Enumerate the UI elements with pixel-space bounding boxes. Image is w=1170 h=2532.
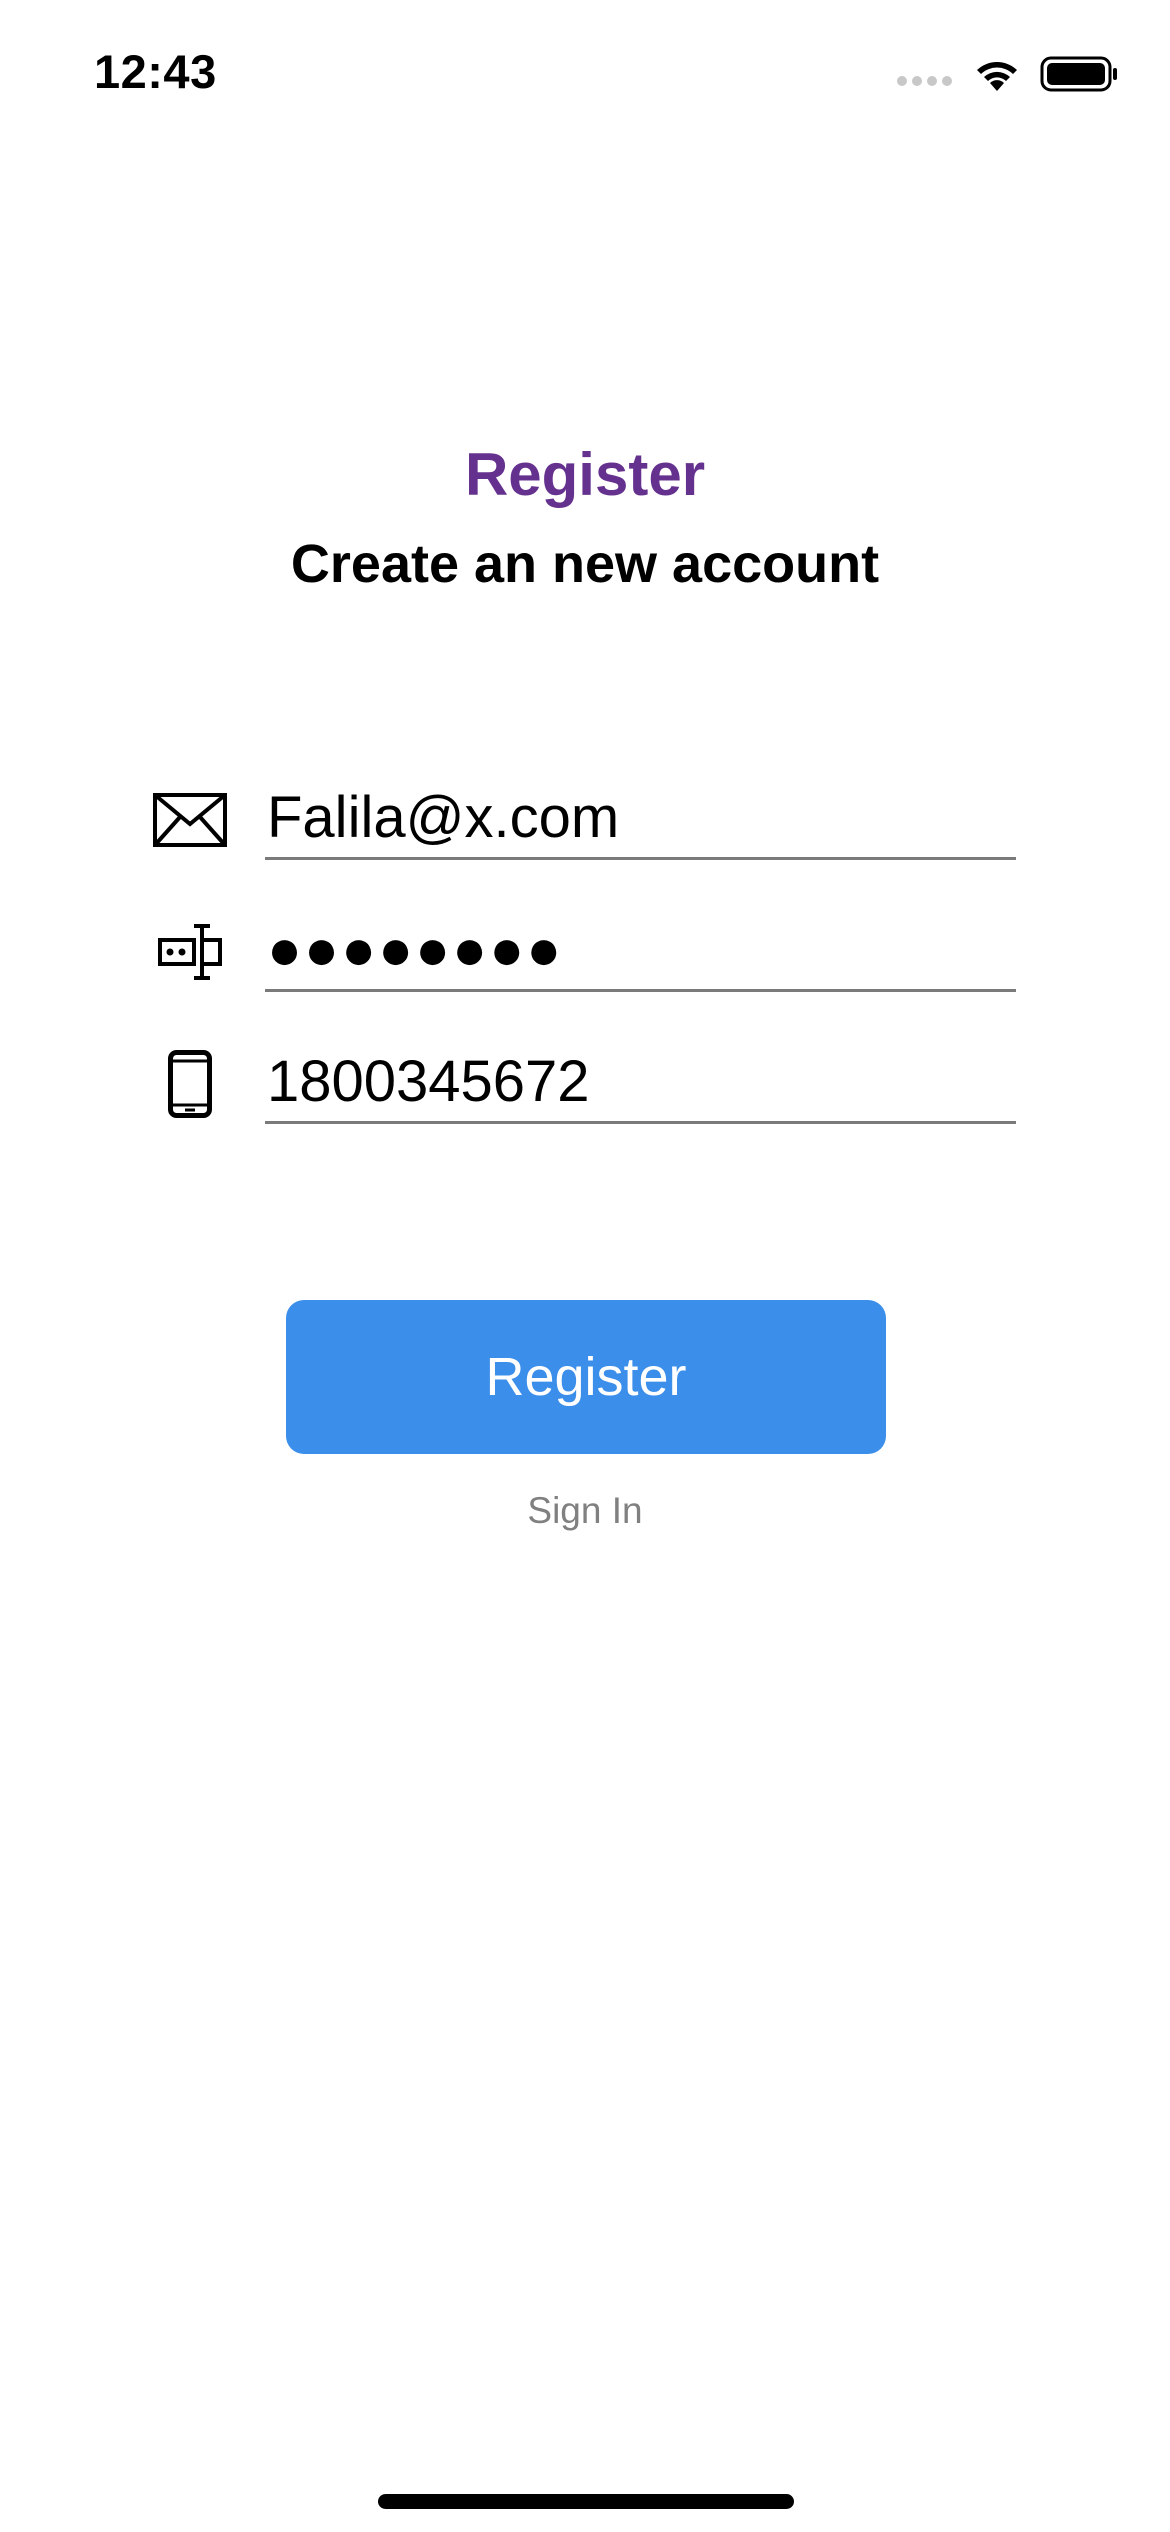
email-row: Falila@x.com <box>150 780 1016 860</box>
email-value: Falila@x.com <box>267 785 620 850</box>
password-value: ●●●●●●●● <box>267 917 564 982</box>
signal-icon <box>897 76 952 86</box>
register-button-label: Register <box>485 1347 687 1407</box>
register-button[interactable]: Register <box>286 1300 886 1454</box>
email-field[interactable]: Falila@x.com <box>265 780 1016 860</box>
envelope-icon <box>150 780 230 860</box>
password-field[interactable]: ●●●●●●●● <box>265 912 1016 992</box>
page-subtitle: Create an new account <box>290 534 880 594</box>
phone-value: 1800345672 <box>267 1049 590 1114</box>
status-icons <box>897 52 1118 96</box>
page-title: Register <box>464 441 706 508</box>
password-icon <box>150 912 230 992</box>
phone-row: 1800345672 <box>150 1044 1016 1124</box>
sign-in-link[interactable]: Sign In <box>0 1490 1170 1532</box>
home-indicator[interactable] <box>378 2494 794 2509</box>
wifi-icon <box>977 62 1017 91</box>
battery-icon <box>1040 56 1117 92</box>
phone-field[interactable]: 1800345672 <box>265 1044 1016 1124</box>
status-time: 12:43 <box>94 45 217 98</box>
phone-icon <box>150 1044 230 1124</box>
password-row: ●●●●●●●● <box>150 912 1016 992</box>
